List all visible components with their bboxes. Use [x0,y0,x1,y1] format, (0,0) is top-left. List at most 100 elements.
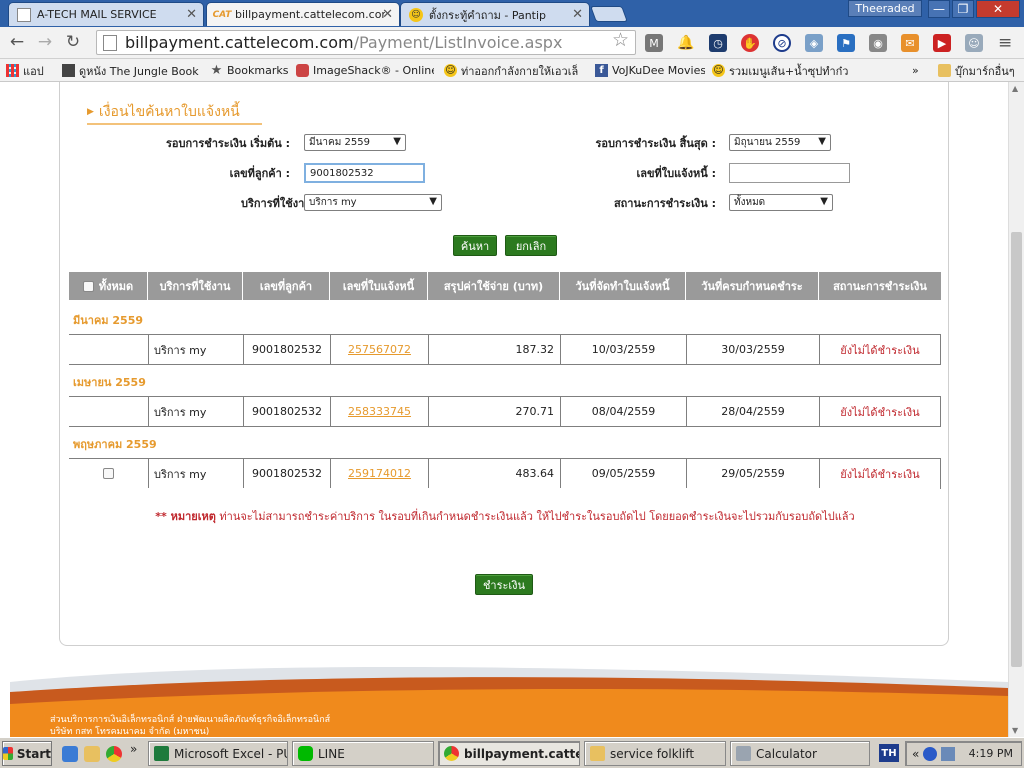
tab-label: A-TECH MAIL SERVICE [37,8,157,21]
calculator-icon [736,746,751,761]
gmail-extension-icon[interactable]: M [645,34,663,52]
menu-icon[interactable]: ≡ [998,33,1012,53]
service-cell: บริการ my [148,459,243,488]
service-cell: บริการ my [148,335,243,364]
bookmark-star-icon[interactable]: ☆ [612,29,629,51]
new-tab-button[interactable] [590,6,628,22]
bookmark-label: Bookmarks [227,64,289,77]
select-all-checkbox[interactable] [82,280,94,292]
minimize-button[interactable]: — [928,0,950,18]
group-month: มีนาคม 2559 [73,314,144,327]
search-button[interactable]: ค้นหา [453,235,497,256]
bookmark-noodle[interactable]: ☺ รวมเมนูเส้น+น้ำซุปทำก๋ว [712,62,854,79]
service-value: บริการ my [309,197,357,208]
tab-label: billpayment.cattelecom.com/ [235,8,385,21]
bell-icon[interactable]: 🔔 [677,34,695,52]
media-extension-icon[interactable]: ▶ [933,34,951,52]
bookmarks-bar: แอป ดูหนัง The Jungle Book ( ★ Bookmarks… [0,59,1024,82]
pay-button[interactable]: ชำระเงิน [475,574,533,595]
note-prefix: ** หมายเหตุ [155,510,216,523]
feed-extension-icon[interactable]: ✉ [901,34,919,52]
scroll-down-arrow-icon[interactable]: ▼ [1012,726,1018,735]
task-browser[interactable]: billpayment.cattel... [438,741,580,766]
close-icon[interactable]: ✕ [186,7,197,22]
invoice-link[interactable]: 257567072 [348,343,411,356]
clock-extension-icon[interactable]: ◷ [709,34,727,52]
dropdown-arrow-icon: ▼ [429,196,437,207]
ie-icon[interactable] [62,746,78,762]
bookmark-bookmarks[interactable]: ★ Bookmarks [210,62,290,79]
task-line[interactable]: LINE [292,741,434,766]
windows-logo-icon [3,747,13,760]
vertical-scrollbar[interactable]: ▲ ▼ [1008,82,1024,737]
apps-grid-icon [6,64,19,77]
bookmark-imageshack[interactable]: ImageShack® - Online F [296,62,434,79]
customer-no-input[interactable]: 9001802532 [304,163,425,183]
close-icon[interactable]: ✕ [382,7,393,22]
flag-extension-icon[interactable]: ⚑ [837,34,855,52]
bookmark-apps[interactable]: แอป [6,62,54,79]
bookmark-label: ดูหนัง The Jungle Book ( [79,64,202,78]
language-indicator[interactable]: TH [879,744,899,762]
back-icon[interactable]: ← [6,31,28,53]
forward-icon[interactable]: → [34,31,56,53]
address-bar[interactable]: billpayment.cattelecom.com /Payment/List… [96,30,636,55]
bookmark-jungle-book[interactable]: ดูหนัง The Jungle Book ( [62,62,202,79]
scroll-up-arrow-icon[interactable]: ▲ [1012,84,1018,93]
task-excel[interactable]: Microsoft Excel - PUR... [148,741,288,766]
close-window-button[interactable]: ✕ [976,0,1020,18]
start-button[interactable]: Start [2,741,52,766]
chrome-icon [444,746,459,761]
status-select[interactable]: ทั้งหมด ▼ [729,194,833,211]
scroll-thumb[interactable] [1011,232,1022,667]
network-icon[interactable] [923,746,938,761]
end-cycle-select[interactable]: มิถุนายน 2559 ▼ [729,134,831,151]
task-calculator[interactable]: Calculator [730,741,870,766]
cancel-button[interactable]: ยกเลิก [505,235,557,256]
explorer-icon[interactable] [84,746,100,762]
adblock-icon[interactable]: ✋ [741,34,759,52]
end-cycle-value: มิถุนายน 2559 [734,137,801,148]
amount-cell: 483.64 [428,459,560,488]
grid-header-due: วันที่ครบกำหนดชำระ [686,272,819,300]
screen: A-TECH MAIL SERVICE ✕ CAT billpayment.ca… [0,0,1024,768]
grid-header-service: บริการที่ใช้งาน [148,272,243,300]
amount-cell: 187.32 [428,335,560,364]
table-row: บริการ my 9001802532 257567072 187.32 10… [69,334,941,365]
profile-name[interactable]: Theeraded [848,0,922,17]
other-bookmarks[interactable]: บุ๊กมาร์กอื่นๆ [938,62,1020,79]
line-icon [298,746,313,761]
map-extension-icon[interactable]: ◈ [805,34,823,52]
invoice-cell: 258333745 [330,397,428,426]
footer: ส่วนบริการการเงินอิเล็กทรอนิกส์ ฝ่ายพัฒน… [10,662,1008,737]
grid-header-amount: สรุปค่าใช้จ่าย (บาท) [428,272,560,300]
reload-icon[interactable]: ↻ [62,31,84,53]
invoice-link[interactable]: 258333745 [348,405,411,418]
close-icon[interactable]: ✕ [572,7,583,22]
block-icon[interactable]: ⊘ [773,34,791,52]
start-cycle-select[interactable]: มีนาคม 2559 ▼ [304,134,406,151]
clock[interactable]: 4:19 PM [969,747,1013,760]
tab-atech-mail[interactable]: A-TECH MAIL SERVICE ✕ [8,2,204,26]
tray-expand-button[interactable]: « [912,747,919,761]
invoice-no-input[interactable] [729,163,850,183]
restore-button[interactable]: ❐ [952,0,974,18]
row-checkbox[interactable] [103,468,114,479]
camera-icon[interactable]: ◉ [869,34,887,52]
tab-pantip[interactable]: ☺ ตั้งกระทู้คำถาม - Pantip ✕ [400,2,590,26]
bookmark-vojkudee[interactable]: f VoJKuDee Movies [595,62,705,79]
chrome-icon[interactable] [106,746,122,762]
service-select[interactable]: บริการ my ▼ [304,194,442,211]
tab-billpayment[interactable]: CAT billpayment.cattelecom.com/ ✕ [206,2,400,26]
due-cell: 30/03/2559 [686,335,819,364]
bookmarks-overflow-button[interactable]: » [912,62,926,79]
grid-header-select-all[interactable]: ทั้งหมด [69,272,148,300]
bookmark-exercise[interactable]: ☺ ท่าออกกำลังกายให้เอวเล็ [444,62,584,79]
invoice-link[interactable]: 259174012 [348,467,411,480]
start-cycle-value: มีนาคม 2559 [309,137,370,148]
display-icon[interactable] [941,746,956,761]
task-folder[interactable]: service folklift [584,741,726,766]
quicklaunch-more-button[interactable]: » [130,742,146,758]
user-extension-icon[interactable]: ☺ [965,34,983,52]
page-content[interactable]: ▶ เงื่อนไขค้นหาใบแจ้งหนี้ รอบการชำระเงิน… [0,82,1008,737]
